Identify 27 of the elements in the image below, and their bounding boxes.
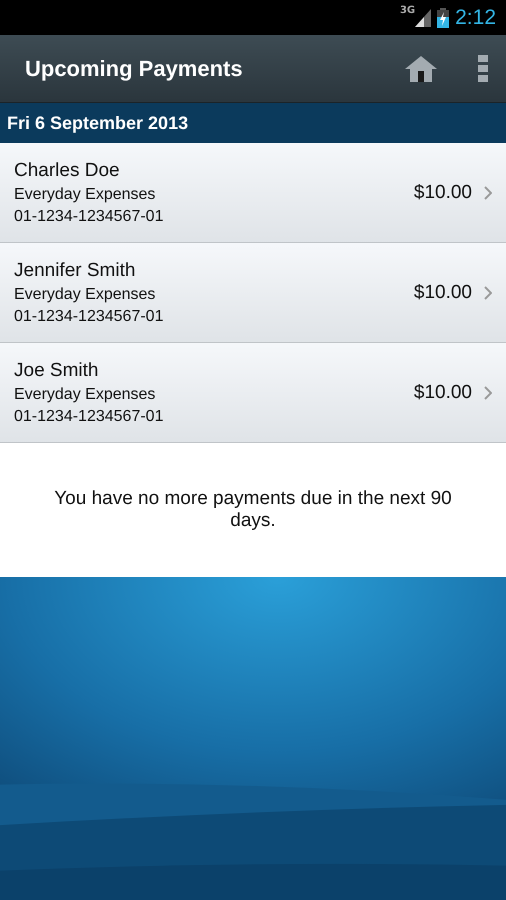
screen-title: Upcoming Payments xyxy=(25,56,244,82)
payment-amount: $10.00 xyxy=(414,182,472,204)
account-number: 01-1234-1234567-01 xyxy=(14,408,164,426)
account-number: 01-1234-1234567-01 xyxy=(14,308,164,326)
chevron-right-icon xyxy=(484,386,492,400)
payment-row[interactable]: Charles Doe Everyday Expenses 01-1234-1234567-01 $10.00 xyxy=(0,143,506,243)
payment-amount: $10.00 xyxy=(414,282,472,304)
account-name: Everyday Expenses xyxy=(14,286,156,304)
network-label: 3G xyxy=(400,5,416,16)
clock-time: 2:12 xyxy=(455,6,496,30)
no-more-payments-message: You have no more payments due in the next 90 days. xyxy=(53,488,453,532)
payee-name: Charles Doe xyxy=(14,160,121,182)
account-number: 01-1234-1234567-01 xyxy=(14,208,164,226)
chevron-right-icon xyxy=(484,286,492,300)
chevron-right-icon xyxy=(484,186,492,200)
overflow-menu-button[interactable] xyxy=(478,54,488,82)
date-header: Fri 6 September 2013 xyxy=(0,103,506,143)
account-name: Everyday Expenses xyxy=(14,186,156,204)
signal-icon xyxy=(415,8,432,26)
battery-charging-icon xyxy=(437,8,450,28)
home-button[interactable] xyxy=(404,54,438,82)
payee-name: Joe Smith xyxy=(14,360,100,382)
payment-row[interactable]: Jennifer Smith Everyday Expenses 01-1234-1234567-01 $10.00 xyxy=(0,243,506,343)
payment-row[interactable]: Joe Smith Everyday Expenses 01-1234-1234567-01 $10.00 xyxy=(0,343,506,443)
payee-name: Jennifer Smith xyxy=(14,260,136,282)
payment-amount: $10.00 xyxy=(414,382,472,404)
account-name: Everyday Expenses xyxy=(14,386,156,404)
